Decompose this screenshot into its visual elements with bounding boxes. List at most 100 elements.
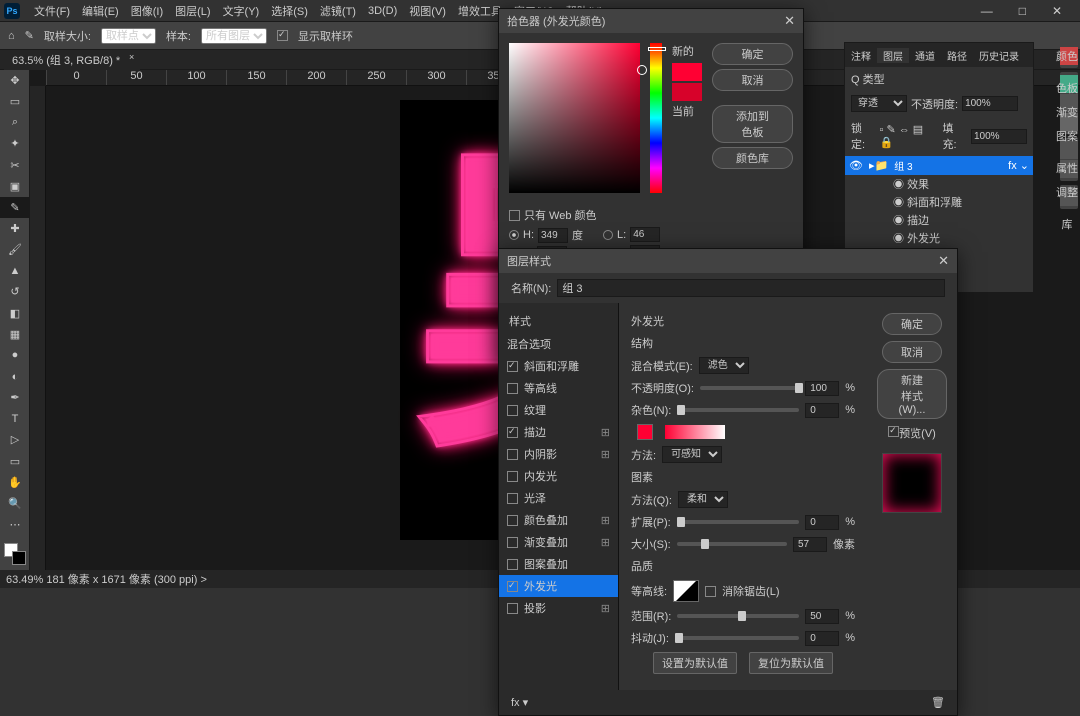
style-gradient-overlay[interactable]: 渐变叠加⊞ <box>499 531 618 553</box>
sample-size-select[interactable]: 取样点 <box>101 28 156 44</box>
hue-slider[interactable] <box>650 43 662 193</box>
cancel-button[interactable]: 取消 <box>712 69 793 91</box>
noise-slider[interactable] <box>677 408 799 412</box>
technique-select[interactable]: 柔和 <box>678 491 728 508</box>
zoom-tool[interactable]: 🔍 <box>0 493 30 514</box>
tab-paths[interactable]: 路径 <box>941 48 973 63</box>
antialias-checkbox[interactable] <box>705 586 716 597</box>
l-input[interactable] <box>630 227 660 242</box>
noise-value[interactable] <box>805 403 839 418</box>
doc-tab[interactable]: 63.5% (组 3, RGB/8) * × <box>4 50 140 70</box>
frame-tool[interactable]: ▣ <box>0 176 30 197</box>
menu-view[interactable]: 视图(V) <box>403 3 452 19</box>
style-stroke[interactable]: 描边⊞ <box>499 421 618 443</box>
background-swatch[interactable] <box>12 551 26 565</box>
blend-options[interactable]: 混合选项 <box>499 333 618 355</box>
opacity-slider[interactable] <box>700 386 799 390</box>
crop-tool[interactable]: ✂ <box>0 155 30 176</box>
type-tool[interactable]: T <box>0 408 30 429</box>
new-style-button[interactable]: 新建样式(W)... <box>877 369 947 419</box>
web-only-checkbox[interactable] <box>509 210 520 221</box>
history-brush-tool[interactable]: ↺ <box>0 281 30 302</box>
menu-select[interactable]: 选择(S) <box>265 3 314 19</box>
wand-tool[interactable]: ✦ <box>0 133 30 154</box>
color-lib-button[interactable]: 颜色库 <box>712 147 793 169</box>
path-tool[interactable]: ▷ <box>0 429 30 450</box>
blend-mode-select[interactable]: 穿透 <box>851 95 907 112</box>
range-slider[interactable] <box>677 614 799 618</box>
glow-color-swatch[interactable] <box>637 424 653 440</box>
menu-3d[interactable]: 3D(D) <box>362 5 403 17</box>
move-tool[interactable]: ✥ <box>0 70 30 91</box>
color-swatches[interactable] <box>0 541 29 570</box>
size-value[interactable] <box>793 537 827 552</box>
set-default-button[interactable]: 设置为默认值 <box>653 652 737 674</box>
show-ring-checkbox[interactable] <box>277 30 288 41</box>
tab-layers[interactable]: 图层 <box>877 48 909 63</box>
edit-toolbar[interactable]: ⋯ <box>0 514 30 535</box>
menu-filter[interactable]: 滤镜(T) <box>314 3 362 19</box>
name-input[interactable] <box>557 279 945 297</box>
cancel-button[interactable]: 取消 <box>882 341 942 363</box>
ok-button[interactable]: 确定 <box>712 43 793 65</box>
ok-button[interactable]: 确定 <box>882 313 942 335</box>
spread-slider[interactable] <box>677 520 799 524</box>
style-bevel[interactable]: 斜面和浮雕 <box>499 355 618 377</box>
fx-effects[interactable]: ◉ 效果 <box>893 175 1033 193</box>
close-icon[interactable]: ✕ <box>784 13 795 29</box>
style-satin[interactable]: 光泽 <box>499 487 618 509</box>
contour-picker[interactable] <box>673 580 699 602</box>
gradient-tool[interactable]: ▦ <box>0 324 30 345</box>
lasso-tool[interactable]: ⌕ <box>0 112 30 133</box>
fx-menu-icon[interactable]: fx ▾ <box>511 696 528 709</box>
style-contour[interactable]: 等高线 <box>499 377 618 399</box>
jitter-slider[interactable] <box>675 636 799 640</box>
blur-tool[interactable]: ● <box>0 345 30 366</box>
hand-tool[interactable]: ✋ <box>0 472 30 493</box>
menu-file[interactable]: 文件(F) <box>28 3 76 19</box>
style-inner-glow[interactable]: 内发光 <box>499 465 618 487</box>
eraser-tool[interactable]: ◧ <box>0 303 30 324</box>
tab-history[interactable]: 历史记录 <box>973 48 1025 63</box>
sample-layers-select[interactable]: 所有图层 <box>201 28 267 44</box>
tab-channels[interactable]: 通道 <box>909 48 941 63</box>
style-color-overlay[interactable]: 颜色叠加⊞ <box>499 509 618 531</box>
fx-outerglow[interactable]: ◉ 外发光 <box>893 229 1033 247</box>
visibility-icon[interactable]: 👁 <box>849 159 863 172</box>
layer-group-3[interactable]: 👁 ▸📁 组 3 fx ⌄ <box>845 156 1033 175</box>
l-radio[interactable] <box>603 230 613 240</box>
heal-tool[interactable]: ✚ <box>0 218 30 239</box>
add-swatch-button[interactable]: 添加到色板 <box>712 105 793 143</box>
fill-input[interactable] <box>971 129 1027 144</box>
home-icon[interactable]: ⌂ <box>8 30 15 42</box>
method-select[interactable]: 可感知 <box>662 446 722 463</box>
marquee-tool[interactable]: ▭ <box>0 91 30 112</box>
menu-image[interactable]: 图像(I) <box>125 3 169 19</box>
dodge-tool[interactable]: ◐ <box>0 366 30 387</box>
pen-tool[interactable]: ✒ <box>0 387 30 408</box>
tab-notes[interactable]: 注释 <box>845 48 877 63</box>
menu-type[interactable]: 文字(Y) <box>217 3 266 19</box>
opacity-input[interactable] <box>962 96 1018 111</box>
h-radio[interactable] <box>509 230 519 240</box>
brush-tool[interactable]: 🖌 <box>0 239 30 260</box>
glow-blend-select[interactable]: 滤色 <box>699 357 749 374</box>
stamp-tool[interactable]: ▲ <box>0 260 30 281</box>
fx-bevel[interactable]: ◉ 斜面和浮雕 <box>893 193 1033 211</box>
lock-icons[interactable]: ▫ ✎ ⇔ ▤ 🔒 <box>879 123 938 149</box>
size-slider[interactable] <box>677 542 787 546</box>
reset-default-button[interactable]: 复位为默认值 <box>749 652 833 674</box>
win-max-icon[interactable]: □ <box>1013 4 1032 18</box>
spread-value[interactable] <box>805 515 839 530</box>
saturation-value-field[interactable] <box>509 43 640 193</box>
style-pattern-overlay[interactable]: 图案叠加 <box>499 553 618 575</box>
jitter-value[interactable] <box>805 631 839 646</box>
shape-tool[interactable]: ▭ <box>0 451 30 472</box>
close-icon[interactable]: ✕ <box>938 253 949 269</box>
range-value[interactable] <box>805 609 839 624</box>
style-drop-shadow[interactable]: 投影⊞ <box>499 597 618 619</box>
fx-badge[interactable]: fx ⌄ <box>1008 159 1029 172</box>
close-tab-icon[interactable]: × <box>129 52 134 62</box>
preview-checkbox[interactable] <box>888 426 899 437</box>
win-min-icon[interactable]: — <box>975 4 999 18</box>
